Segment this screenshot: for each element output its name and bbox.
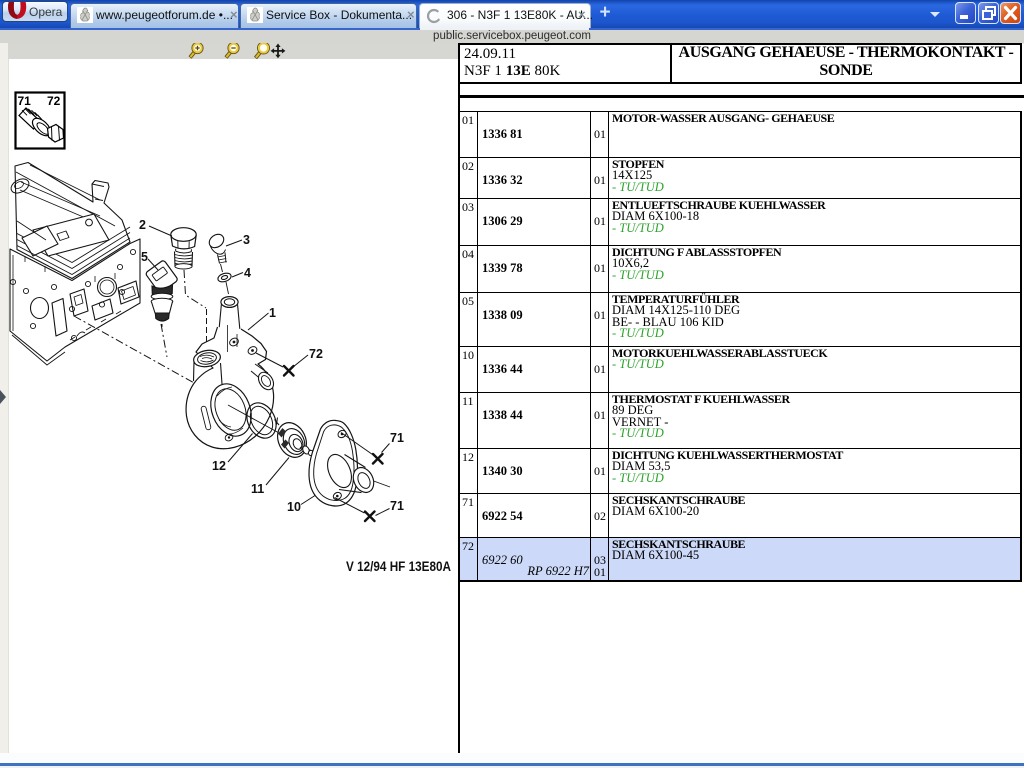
svg-text:5: 5	[141, 250, 148, 264]
svg-text:12: 12	[212, 459, 226, 473]
svg-text:V 12/94 HF 13E80A: V 12/94 HF 13E80A	[346, 559, 451, 574]
svg-text:11: 11	[251, 482, 264, 496]
svg-text:4: 4	[244, 266, 251, 280]
svg-text:72: 72	[47, 94, 61, 108]
svg-text:72: 72	[309, 347, 323, 361]
svg-text:71: 71	[390, 431, 404, 445]
svg-text:1: 1	[269, 306, 276, 320]
svg-text:3: 3	[243, 233, 250, 247]
svg-text:71: 71	[18, 94, 32, 108]
svg-text:71: 71	[390, 499, 404, 513]
svg-text:10: 10	[287, 500, 301, 514]
svg-text:2: 2	[139, 218, 146, 232]
